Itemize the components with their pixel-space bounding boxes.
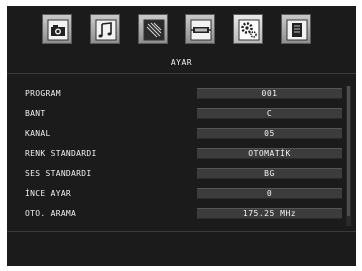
row-value: OTOMATİK [248,149,291,158]
picture-icon [143,19,165,41]
settings-list: PROGRAM 001 BANT C KANAL 05 RENK STANDAR… [7,76,356,226]
connection-icon [190,19,212,41]
menu-title: AYAR [170,58,193,67]
menu-title-bar: AYAR [7,52,356,74]
row-value-box[interactable]: 001 [197,88,342,99]
row-label: OTO. ARAMA [25,209,77,218]
row-oto-arama[interactable]: OTO. ARAMA 175.25 MHz [7,208,356,220]
tab-picture-source[interactable] [42,14,72,44]
footer-divider [7,231,356,232]
row-value-box[interactable]: 0 [197,188,342,199]
scrollbar-thumb[interactable] [347,86,350,216]
row-value-box[interactable]: 05 [197,128,342,139]
row-value: 175.25 MHz [242,209,297,218]
row-label: BANT [25,109,46,118]
row-value-box[interactable]: BG [197,168,342,179]
tab-info[interactable] [281,14,311,44]
tab-sound[interactable] [90,14,120,44]
document-icon [286,19,308,41]
row-label: RENK STANDARDI [25,149,97,158]
menu-tab-bar [7,6,356,52]
tab-picture[interactable] [138,14,168,44]
tab-connections[interactable] [185,14,215,44]
row-value: 05 [264,129,275,138]
tab-settings[interactable] [233,14,263,44]
row-value: 0 [266,189,273,198]
camera-icon [47,19,69,41]
row-bant[interactable]: BANT C [7,108,356,120]
row-value-box[interactable]: 175.25 MHz [197,208,342,219]
row-kanal[interactable]: KANAL 05 [7,128,356,140]
row-ses-standardi[interactable]: SES STANDARDI BG [7,168,356,180]
row-label: SES STANDARDI [25,169,92,178]
row-label: İNCE AYAR [25,189,72,198]
menu-scrollbar[interactable] [346,86,351,226]
row-label: KANAL [25,129,51,138]
row-value: 001 [261,89,278,98]
row-program[interactable]: PROGRAM 001 [7,88,356,100]
row-value: C [266,109,273,118]
row-ince-ayar[interactable]: İNCE AYAR 0 [7,188,356,200]
row-value-box[interactable]: C [197,108,342,119]
settings-gear-icon [238,19,260,41]
row-value-box[interactable]: OTOMATİK [197,148,342,159]
row-value: BG [264,169,275,178]
tv-menu-screen: AYAR PROGRAM 001 BANT C KANAL 05 RENK ST… [7,6,356,266]
row-renk-standardi[interactable]: RENK STANDARDI OTOMATİK [7,148,356,160]
row-label: PROGRAM [25,89,61,98]
music-note-icon [95,19,117,41]
